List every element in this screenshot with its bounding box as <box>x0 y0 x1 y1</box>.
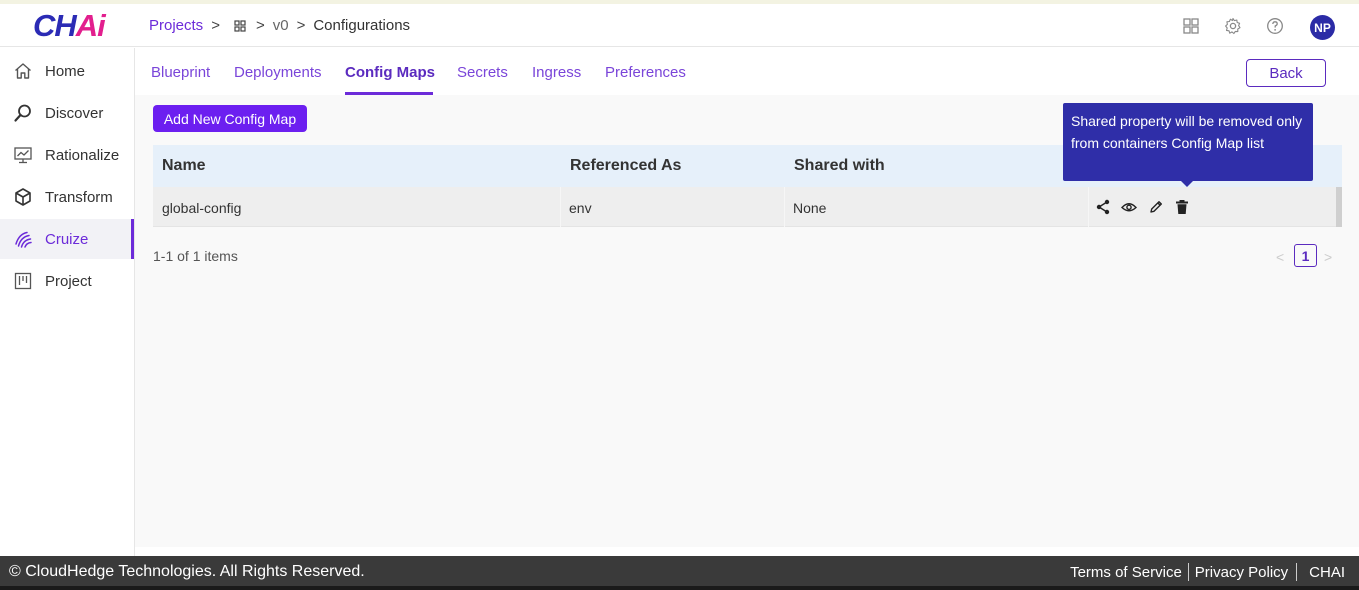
tooltip-arrow <box>1181 181 1193 187</box>
share-icon[interactable] <box>1095 199 1111 215</box>
sidebar-item-label: Transform <box>45 188 113 206</box>
search-icon <box>14 104 31 122</box>
cell-name: global-config <box>162 200 242 216</box>
active-tab-indicator <box>345 92 433 95</box>
footer-divider <box>1187 563 1189 581</box>
cube-icon <box>15 188 31 206</box>
sidebar-item-transform[interactable]: Transform <box>0 177 134 217</box>
table-row[interactable]: global-config env None <box>153 187 1342 227</box>
bottom-strip <box>0 586 1359 590</box>
home-icon <box>15 63 31 79</box>
app-header: CHAi Projects > > v0 > Configurations NP <box>0 4 1359 47</box>
column-divider <box>1088 187 1089 227</box>
copyright-text: © CloudHedge Technologies. All Rights Re… <box>9 563 365 580</box>
delete-tooltip: Shared property will be removed only fro… <box>1063 103 1313 181</box>
pagination-summary: 1-1 of 1 items <box>153 248 238 264</box>
table-scrollbar[interactable] <box>1336 187 1342 227</box>
fingerprint-icon <box>15 231 32 248</box>
user-avatar[interactable]: NP <box>1310 15 1335 40</box>
pagination-prev-icon[interactable]: < <box>1276 249 1284 265</box>
tab-deployments[interactable]: Deployments <box>234 64 322 81</box>
breadcrumb-separator: > <box>296 17 306 34</box>
delete-trash-icon[interactable] <box>1174 199 1190 215</box>
breadcrumb-current: Configurations <box>313 17 411 34</box>
sidebar-item-discover[interactable]: Discover <box>0 93 134 133</box>
tab-config-maps[interactable]: Config Maps <box>345 64 435 81</box>
sidebar-item-label: Cruize <box>45 230 89 248</box>
gear-icon[interactable] <box>1224 17 1242 35</box>
column-divider <box>560 187 561 227</box>
chai-logo[interactable]: CHAi <box>33 8 106 44</box>
presentation-chart-icon <box>14 147 32 164</box>
help-icon[interactable] <box>1266 17 1284 35</box>
pagination-page-button[interactable]: 1 <box>1294 244 1317 267</box>
eye-icon[interactable] <box>1121 199 1137 215</box>
terms-of-service-link[interactable]: Terms of Service <box>1070 564 1182 581</box>
sidebar-item-project[interactable]: Project <box>0 261 134 301</box>
sidebar-item-label: Rationalize <box>45 146 120 164</box>
sidebar: Home Discover Rationalize Transform Crui… <box>0 48 135 556</box>
privacy-policy-link[interactable]: Privacy Policy <box>1195 564 1288 581</box>
tab-secrets[interactable]: Secrets <box>457 64 508 81</box>
column-divider <box>784 187 785 227</box>
breadcrumb-separator: > <box>255 17 265 34</box>
footer-links: Terms of Service Privacy Policy CHAI <box>1070 563 1345 581</box>
column-header-referenced-as[interactable]: Referenced As <box>570 157 681 175</box>
sidebar-item-label: Project <box>45 272 92 290</box>
tab-bar: Blueprint Deployments Config Maps Secret… <box>135 48 1359 95</box>
cell-referenced-as: env <box>569 200 592 216</box>
cell-shared-with: None <box>793 200 827 216</box>
sidebar-item-cruize[interactable]: Cruize <box>0 219 134 259</box>
pagination-next-icon[interactable]: > <box>1324 249 1332 265</box>
sidebar-item-rationalize[interactable]: Rationalize <box>0 135 134 175</box>
breadcrumb-separator: > <box>211 17 220 34</box>
sidebar-item-label: Home <box>45 62 86 80</box>
tab-blueprint[interactable]: Blueprint <box>151 64 210 81</box>
edit-pencil-icon[interactable] <box>1148 199 1164 215</box>
column-header-name[interactable]: Name <box>162 157 206 175</box>
kanban-icon <box>14 272 32 290</box>
tab-preferences[interactable]: Preferences <box>605 64 686 81</box>
apps-grid-icon[interactable] <box>1182 17 1200 35</box>
footer: © CloudHedge Technologies. All Rights Re… <box>0 556 1359 586</box>
back-button[interactable]: Back <box>1246 59 1326 87</box>
grid-icon[interactable] <box>234 19 246 32</box>
footer-divider <box>1296 563 1298 581</box>
footer-brand: CHAI <box>1309 563 1345 581</box>
breadcrumb-version[interactable]: v0 <box>273 17 289 34</box>
tab-ingress[interactable]: Ingress <box>532 64 581 81</box>
add-config-map-button[interactable]: Add New Config Map <box>153 105 307 132</box>
breadcrumb: Projects > > v0 > Configurations <box>149 17 410 34</box>
sidebar-item-label: Discover <box>45 104 104 122</box>
column-header-shared-with[interactable]: Shared with <box>794 157 885 175</box>
sidebar-item-home[interactable]: Home <box>0 51 134 91</box>
breadcrumb-projects[interactable]: Projects <box>149 17 203 34</box>
